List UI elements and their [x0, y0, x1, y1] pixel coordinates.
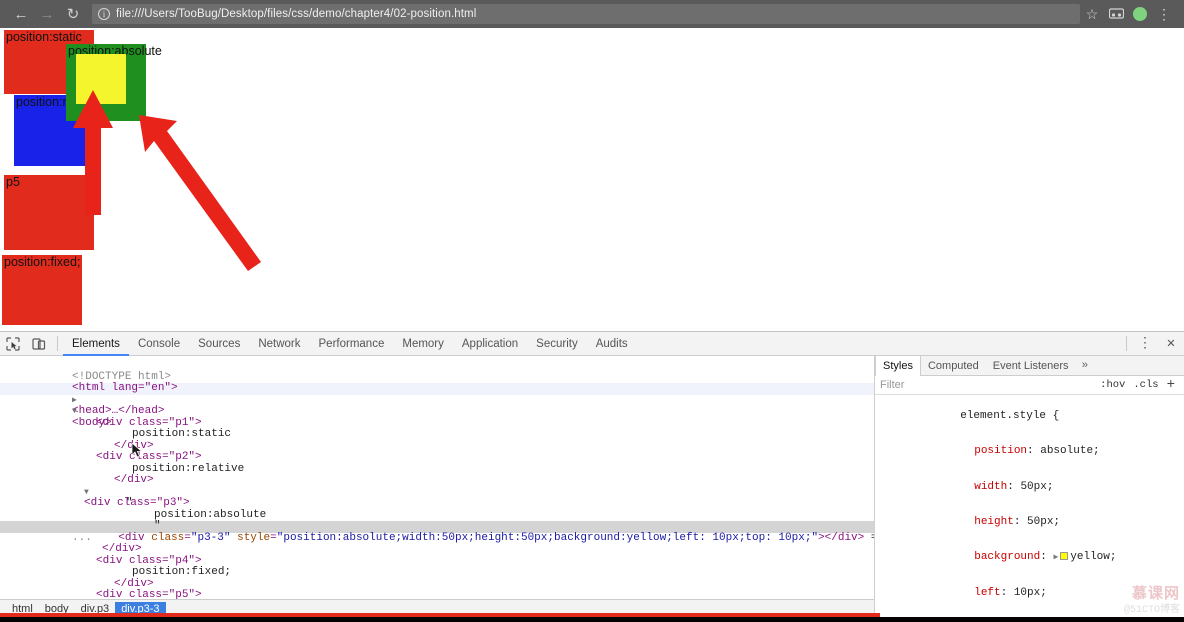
p3-3-style-value: position:absolute;width:50px;height:50px…: [283, 531, 812, 544]
tab-styles[interactable]: Styles: [875, 356, 921, 376]
declaration-position[interactable]: position: absolute;: [881, 434, 1178, 469]
p2-open-text: <div class="p2">: [96, 451, 202, 463]
close-icon[interactable]: ✕: [1158, 332, 1184, 356]
declaration-background[interactable]: background: ▶ yellow;: [881, 541, 1178, 576]
demo-box-p3-3: [76, 54, 126, 104]
chevron-double-right-icon[interactable]: »: [1076, 360, 1095, 372]
inspect-element-glyph: [6, 336, 20, 351]
rule-selector: element.style {: [881, 399, 1178, 434]
demo-box-p4: position:fixed;: [2, 255, 82, 325]
disclosure-triangle-icon[interactable]: ▼: [84, 488, 89, 497]
devtools-panel: Elements Console Sources Network Perform…: [0, 331, 1184, 618]
dom-line-p3-quote-open: ": [0, 487, 874, 509]
toolbar-divider-right: [1126, 336, 1127, 351]
prop-background: background: [974, 551, 1041, 564]
new-style-rule-button[interactable]: +: [1163, 377, 1179, 393]
tab-memory[interactable]: Memory: [393, 332, 453, 356]
tab-audits[interactable]: Audits: [587, 332, 637, 356]
p3-quote-open-text: ": [126, 497, 133, 509]
prop-height: height: [974, 515, 1014, 528]
tab-event-listeners[interactable]: Event Listeners: [986, 356, 1076, 376]
p2-text: position:relative: [132, 462, 245, 475]
val-width: 50px;: [1020, 480, 1054, 493]
prop-position: position: [974, 445, 1028, 458]
p3-text: position:absolute: [154, 508, 267, 521]
styles-filter-row: Filter :hov .cls +: [875, 376, 1184, 395]
avatar[interactable]: [1133, 7, 1147, 21]
tab-sources[interactable]: Sources: [189, 332, 249, 356]
val-background: yellow;: [1070, 551, 1117, 564]
p1-open-text: <div class="p1">: [96, 416, 202, 429]
head-tag-text: <head>…</head>: [72, 405, 165, 417]
val-height: 50px;: [1027, 515, 1061, 528]
site-info-icon[interactable]: i: [98, 8, 110, 20]
p4-text: position:fixed;: [132, 566, 232, 578]
forward-arrow-icon: →: [39, 5, 55, 23]
val-left: 10px;: [1013, 586, 1047, 599]
disclosure-triangle-icon[interactable]: ▼: [72, 407, 77, 416]
mouse-cursor-icon: [132, 443, 143, 458]
css-rules-list: element.style { position: absolute; widt…: [875, 395, 1184, 618]
p4-close-text: </div>: [114, 577, 154, 590]
p2-close-text: </div>: [114, 474, 154, 486]
url-text: file:///Users/TooBug/Desktop/files/css/d…: [116, 8, 477, 20]
cls-button[interactable]: .cls: [1129, 379, 1162, 391]
three-dot-menu-icon[interactable]: ⋮: [1152, 1, 1176, 27]
doctype-text: <!DOCTYPE html>: [72, 370, 172, 383]
demo-box-p5: p5: [4, 175, 94, 250]
toolbar-divider: [57, 336, 58, 351]
tab-elements[interactable]: Elements: [63, 332, 129, 356]
demo-box-p3: position:absolute: [66, 44, 162, 121]
demo-box-p4-label: position:fixed;: [4, 255, 81, 269]
ellipsis-text: ...: [72, 531, 92, 544]
color-swatch-yellow[interactable]: [1060, 552, 1069, 561]
browser-chrome: ← → ↻ i file:///Users/TooBug/Desktop/fil…: [0, 0, 1184, 28]
styles-pane: Styles Computed Event Listeners » Filter…: [875, 356, 1184, 618]
demo-box-p5-label: p5: [6, 175, 20, 189]
devtools-body: <!DOCTYPE html> <html lang="en"> ▶ <head…: [0, 356, 1184, 618]
p4-open-text: <div class="p4">: [96, 554, 202, 567]
tab-computed[interactable]: Computed: [921, 356, 986, 376]
device-toolbar-glyph: [32, 337, 46, 350]
star-icon[interactable]: ☆: [1080, 1, 1104, 27]
declaration-left[interactable]: left: 10px;: [881, 576, 1178, 611]
device-toolbar-icon[interactable]: [26, 332, 52, 356]
p3-3-class-value: p3-3: [197, 531, 224, 544]
devtools-toolbar-right: ⋮ ✕: [1121, 332, 1184, 356]
tab-security[interactable]: Security: [527, 332, 587, 356]
prop-width: width: [974, 480, 1008, 493]
filter-input[interactable]: Filter: [880, 379, 1096, 391]
extension-icon-glyph: [1108, 8, 1124, 19]
element-style-selector: element.style {: [960, 409, 1060, 422]
back-arrow-icon[interactable]: ←: [8, 1, 34, 27]
devtools-toolbar: Elements Console Sources Network Perform…: [0, 332, 1184, 356]
val-position: absolute;: [1040, 445, 1100, 458]
hov-button[interactable]: :hov: [1096, 379, 1129, 391]
bottom-bar: [0, 617, 1184, 622]
page-viewport: position:static position:relative p5 pos…: [0, 28, 1184, 331]
dom-tree: <!DOCTYPE html> <html lang="en"> ▶ <head…: [0, 356, 874, 618]
tab-application[interactable]: Application: [453, 332, 527, 356]
tab-network[interactable]: Network: [249, 332, 309, 356]
reload-icon[interactable]: ↻: [60, 1, 86, 27]
inspect-element-icon[interactable]: [0, 332, 26, 356]
expand-triangle-icon[interactable]: ▶: [1053, 553, 1058, 562]
p1-text: position:static: [132, 428, 232, 440]
prop-left: left: [974, 586, 1001, 599]
dom-tree-pane: <!DOCTYPE html> <html lang="en"> ▶ <head…: [0, 356, 875, 618]
declaration-height[interactable]: height: 50px;: [881, 505, 1178, 540]
three-dot-menu-icon[interactable]: ⋮: [1132, 332, 1158, 356]
css-rule-element-style[interactable]: element.style { position: absolute; widt…: [875, 398, 1184, 618]
dom-line-doctype: <!DOCTYPE html>: [0, 360, 874, 383]
declaration-width[interactable]: width: 50px;: [881, 470, 1178, 505]
p3-close-text: </div>: [102, 543, 142, 555]
extension-icon[interactable]: [1104, 1, 1128, 27]
address-bar[interactable]: i file:///Users/TooBug/Desktop/files/css…: [92, 4, 1080, 24]
tab-console[interactable]: Console: [129, 332, 189, 356]
tab-performance[interactable]: Performance: [310, 332, 394, 356]
html-tag-text: <html lang="en">: [72, 382, 178, 394]
p3-quote-close-text: ": [154, 520, 161, 532]
styles-tabbar: Styles Computed Event Listeners »: [875, 356, 1184, 376]
disclosure-triangle-icon[interactable]: ▶: [72, 396, 77, 405]
